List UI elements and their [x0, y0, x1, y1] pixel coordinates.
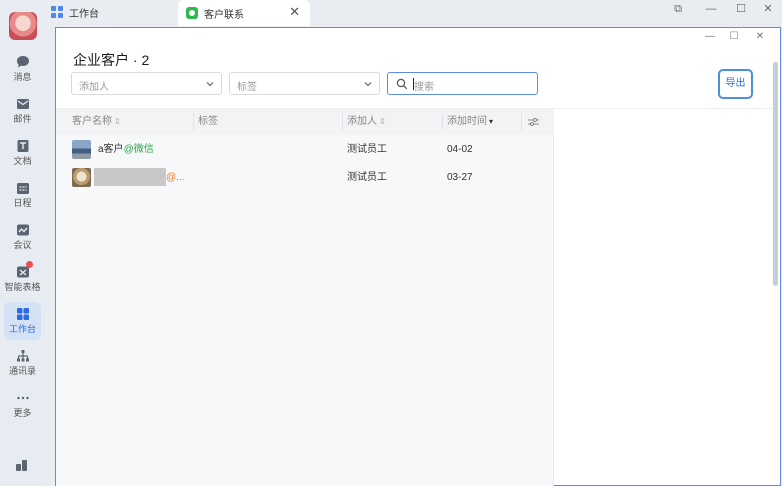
column-divider — [521, 113, 522, 131]
workbench-icon — [16, 308, 29, 320]
customer-contact-icon — [186, 7, 198, 19]
col-header-name[interactable]: 客户名称 ⇕ — [72, 109, 121, 135]
customer-name: @... — [94, 164, 185, 192]
restore-icon[interactable]: ⧉ — [669, 2, 687, 16]
col-header-time[interactable]: 添加时间 ▾ — [447, 109, 493, 135]
tag-filter-placeholder: 标签 — [237, 82, 257, 93]
col-header-adder[interactable]: 添加人 ⇕ — [347, 109, 386, 135]
mail-icon — [16, 99, 29, 109]
nav-label: 智能表格 — [4, 282, 41, 292]
page-title: 企业客户 · 2 — [73, 52, 150, 68]
tab-label: 客户联系 — [204, 9, 244, 21]
sort-icon: ⇕ — [379, 117, 386, 126]
customer-name-text: a客户 — [98, 144, 124, 155]
contacts-icon — [16, 350, 29, 362]
stats-icon[interactable] — [14, 457, 30, 473]
customer-avatar — [72, 140, 91, 159]
chat-icon — [16, 56, 29, 68]
nav-label: 工作台 — [8, 324, 36, 334]
table-row[interactable]: a客户@微信 测试员工 04-02 — [56, 136, 554, 164]
nav-item-contacts[interactable]: 通讯录 — [4, 344, 41, 382]
minimize-icon[interactable]: — — [702, 2, 720, 16]
user-avatar[interactable] — [9, 12, 37, 40]
enterprise-suffix: @... — [166, 172, 185, 183]
close-window-icon[interactable]: ✕ — [759, 2, 777, 16]
adder-filter-placeholder: 添加人 — [79, 82, 109, 93]
column-divider — [193, 113, 194, 131]
col-header-label: 添加人 — [347, 116, 377, 127]
col-header-label: 添加时间 — [447, 116, 487, 127]
chevron-down-icon — [206, 82, 214, 87]
tab-workbench[interactable]: 工作台 — [51, 0, 179, 24]
close-icon[interactable]: ✕ — [289, 5, 300, 19]
maximize-icon[interactable]: ☐ — [732, 2, 750, 16]
tab-label: 工作台 — [69, 8, 99, 20]
nav-label: 更多 — [13, 408, 32, 418]
search-placeholder: 搜索 — [414, 82, 434, 93]
nav-item-workbench[interactable]: 工作台 — [4, 302, 41, 340]
customer-name: a客户@微信 — [98, 136, 154, 164]
nav-label: 通讯录 — [8, 366, 36, 376]
nav-label: 日程 — [13, 198, 32, 208]
nav-item-mail[interactable]: 邮件 — [4, 92, 41, 130]
meeting-icon — [16, 224, 29, 236]
col-header-label: 客户名称 — [72, 116, 112, 127]
column-settings-icon[interactable] — [528, 117, 539, 127]
close-icon[interactable]: ✕ — [753, 31, 767, 43]
adder-cell: 测试员工 — [347, 144, 387, 155]
scrollbar-thumb[interactable] — [773, 62, 778, 286]
maximize-icon[interactable]: ☐ — [727, 31, 741, 43]
sort-desc-icon: ▾ — [489, 117, 494, 126]
col-header-tag: 标签 — [198, 116, 218, 127]
redacted-name — [94, 168, 166, 187]
table-row[interactable]: @... 测试员工 03-27 — [56, 164, 554, 192]
notification-dot — [26, 261, 33, 268]
column-divider — [342, 113, 343, 131]
nav-item-calendar[interactable]: 日程 — [4, 176, 41, 214]
time-cell: 04-02 — [447, 144, 473, 155]
nav-label: 消息 — [13, 72, 32, 82]
calendar-icon — [16, 183, 29, 194]
left-nav: 消息 邮件 文档 日程 会议 智能表格 工作台 通讯录 更多 — [0, 0, 45, 486]
nav-item-messages[interactable]: 消息 — [4, 50, 41, 88]
sort-icon: ⇕ — [114, 117, 121, 126]
tag-filter[interactable]: 标签 — [229, 72, 380, 95]
customer-avatar — [72, 168, 91, 187]
tab-customer-contact[interactable]: 客户联系 ✕ — [178, 0, 310, 26]
customer-table: 客户名称 ⇕ 标签 添加人 ⇕ 添加时间 ▾ a客户@微信 测试员工 04-02 @.… — [56, 109, 554, 486]
wechat-suffix: @微信 — [123, 144, 154, 155]
nav-label: 文档 — [13, 156, 32, 166]
nav-label: 邮件 — [13, 114, 32, 124]
workbench-icon — [51, 6, 63, 18]
adder-filter[interactable]: 添加人 — [71, 72, 222, 95]
nav-label: 会议 — [13, 240, 32, 250]
time-cell: 03-27 — [447, 172, 473, 183]
nav-item-meeting[interactable]: 会议 — [4, 218, 41, 256]
nav-item-more[interactable]: 更多 — [4, 386, 41, 424]
adder-cell: 测试员工 — [347, 172, 387, 183]
chevron-down-icon — [364, 82, 372, 87]
nav-item-docs[interactable]: 文档 — [4, 134, 41, 172]
customer-window: — ☐ ✕ 企业客户 · 2 添加人 标签 搜索 导出 客户名称 ⇕ 标签 添加人… — [55, 27, 781, 486]
export-button[interactable]: 导出 — [718, 69, 753, 99]
search-input[interactable]: 搜索 — [387, 72, 538, 95]
nav-item-smart-table[interactable]: 智能表格 — [4, 260, 41, 298]
table-header: 客户名称 ⇕ 标签 添加人 ⇕ 添加时间 ▾ — [56, 109, 554, 135]
doc-icon — [17, 140, 28, 152]
column-divider — [442, 113, 443, 131]
minimize-icon[interactable]: — — [703, 31, 717, 43]
tab-bar: 工作台 客户联系 ✕ ⧉ — ☐ ✕ — [45, 0, 782, 26]
more-icon — [16, 396, 29, 400]
search-icon — [396, 78, 408, 90]
